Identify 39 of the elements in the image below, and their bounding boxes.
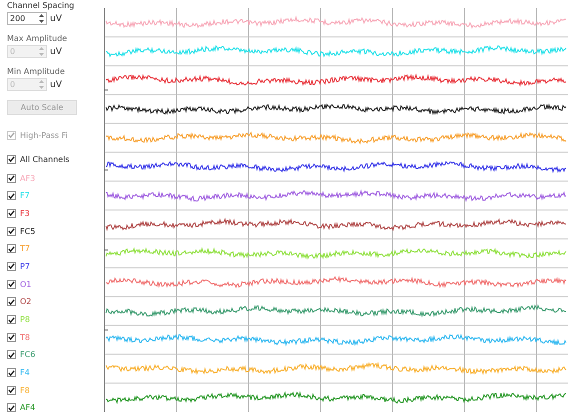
channel-label: AF4 <box>20 403 36 412</box>
channel-label: F3 <box>20 208 30 218</box>
checkbox[interactable] <box>7 191 16 200</box>
checkbox[interactable] <box>7 174 16 182</box>
checkbox[interactable] <box>7 368 16 378</box>
checkbox[interactable] <box>7 226 16 236</box>
channel-label: P7 <box>20 262 30 271</box>
checkbox[interactable] <box>7 280 16 289</box>
checkbox[interactable] <box>7 154 16 164</box>
field-label: Min Amplitude <box>7 67 66 77</box>
channel-label: P8 <box>20 315 30 324</box>
channel-label: F7 <box>20 191 30 200</box>
channel-label: T8 <box>20 332 30 342</box>
channel-label: F8 <box>20 386 30 395</box>
checkbox[interactable] <box>7 315 16 324</box>
unit-label: uV <box>50 80 62 90</box>
channel-label: F4 <box>20 368 30 378</box>
unit-label: uV <box>50 14 62 24</box>
checkbox[interactable] <box>7 386 16 395</box>
checkbox-label: All Channels <box>20 154 70 164</box>
checkbox[interactable] <box>7 297 16 306</box>
channel-label: T7 <box>20 244 30 254</box>
checkbox[interactable] <box>7 403 16 412</box>
checkbox[interactable] <box>7 350 16 360</box>
channel-label: FC5 <box>20 226 36 236</box>
checkbox[interactable] <box>7 262 16 271</box>
checkbox[interactable] <box>7 244 16 254</box>
checkbox[interactable] <box>7 332 16 342</box>
field-label: Max Amplitude <box>7 34 68 44</box>
channel-label: FC6 <box>20 350 36 360</box>
spinner-arrows-icon[interactable] <box>38 13 45 24</box>
number-spinner[interactable]: 200 <box>7 12 47 25</box>
unit-label: uV <box>50 46 62 56</box>
channel-label: O2 <box>20 297 32 306</box>
channel-label: O1 <box>20 280 32 289</box>
checkbox-label: High-Pass Fi <box>20 130 68 140</box>
field-label: Channel Spacing <box>7 1 76 11</box>
checkbox[interactable] <box>7 208 16 218</box>
channel-label: AF3 <box>20 174 36 182</box>
